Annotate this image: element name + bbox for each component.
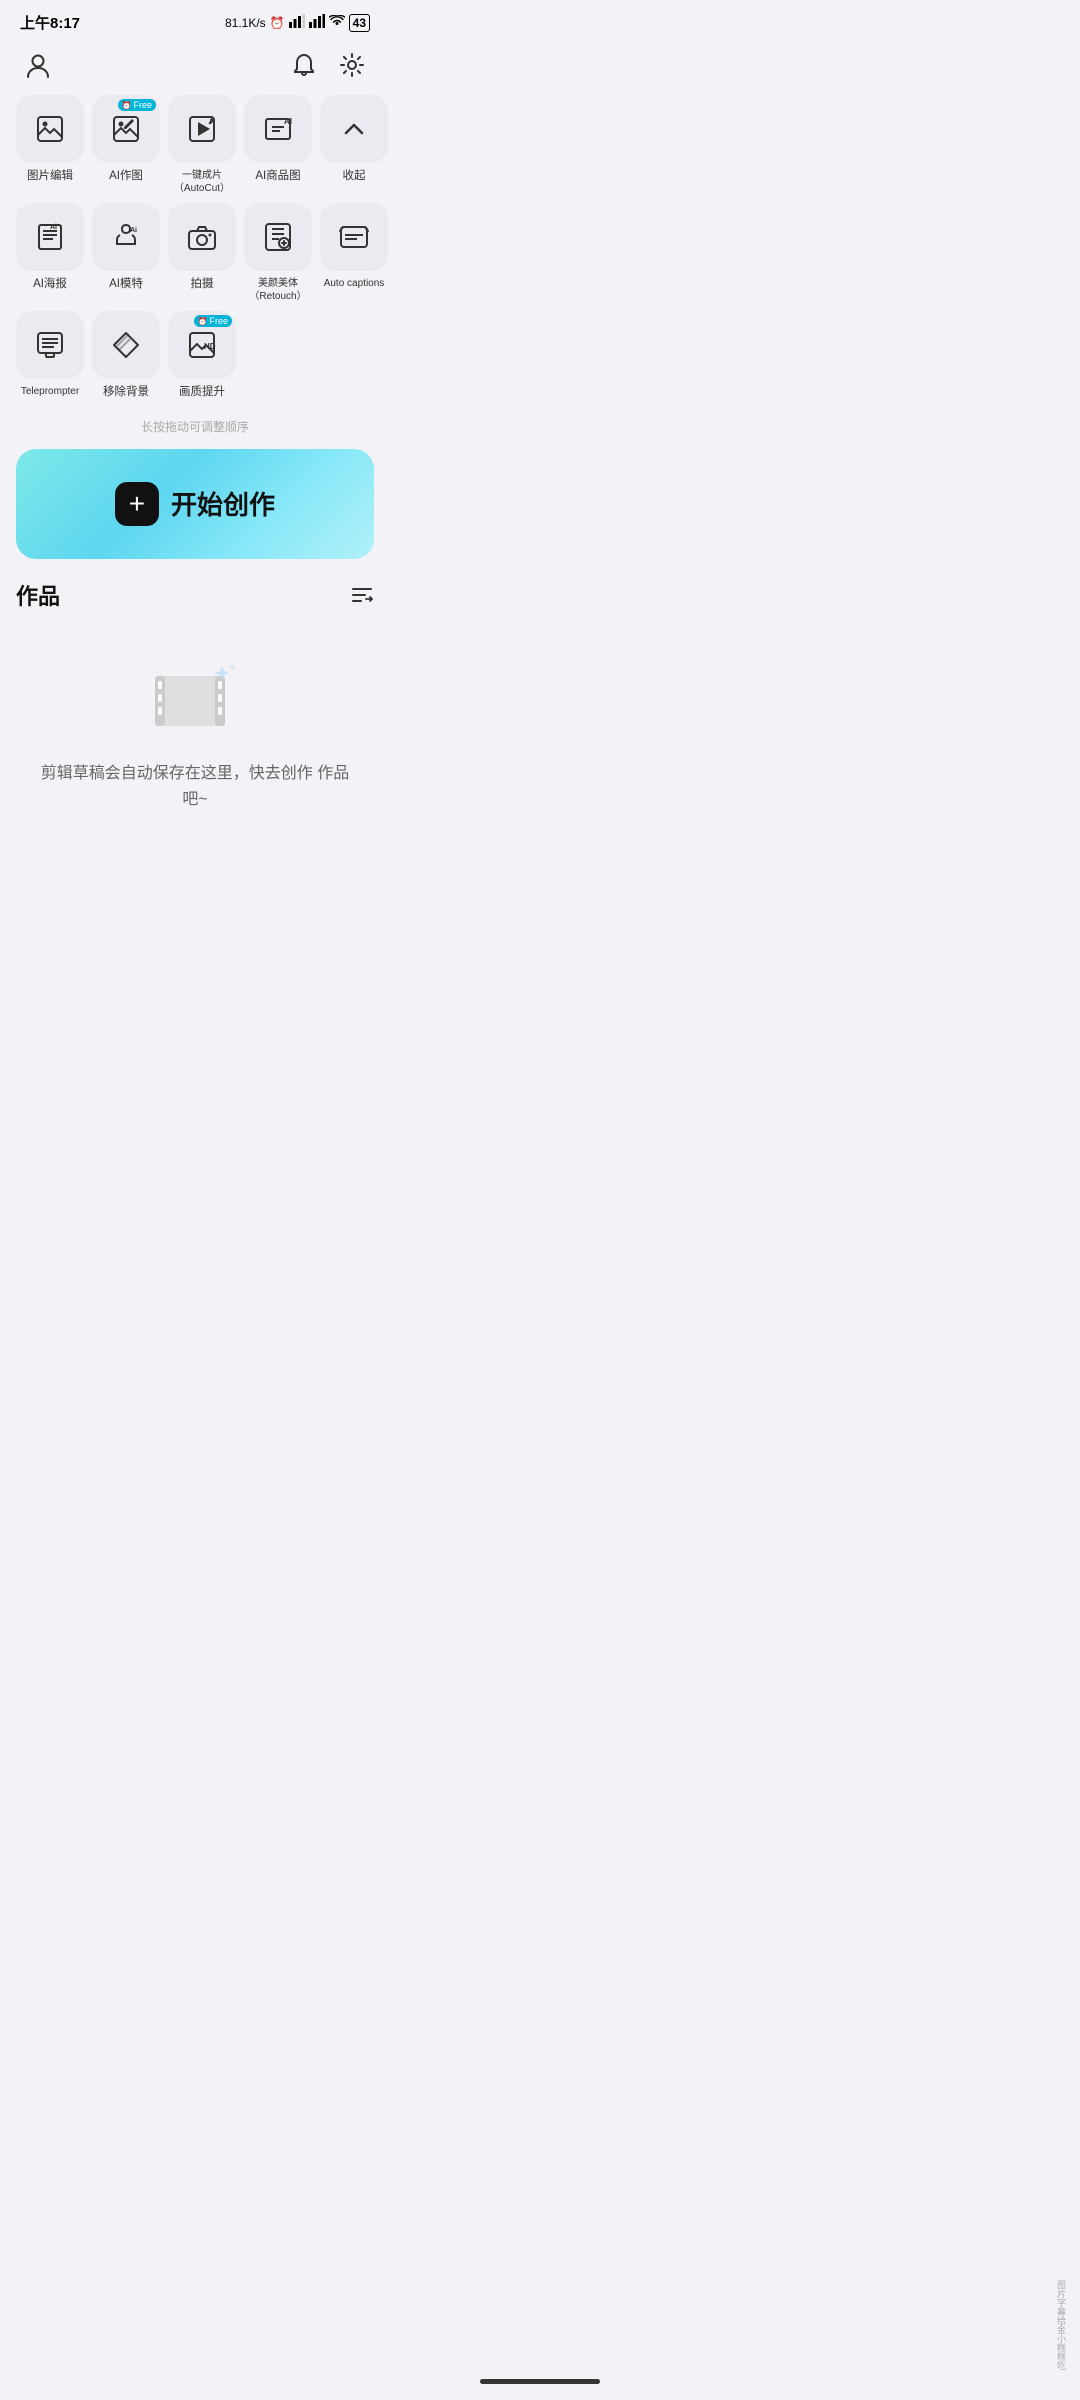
home-indicator bbox=[480, 2379, 600, 2384]
status-right: 81.1K/s ⏰ bbox=[225, 14, 370, 32]
status-bar: 上午8:17 81.1K/s ⏰ bbox=[0, 0, 390, 39]
tool-collapse[interactable]: 收起 bbox=[320, 95, 388, 195]
tool-label: AI商品图 bbox=[255, 169, 300, 184]
drag-hint: 长按拖动可调整顺序 bbox=[0, 408, 390, 449]
works-title: 作品 bbox=[16, 579, 60, 611]
tool-label: 图片编辑 bbox=[27, 169, 73, 184]
empty-state: 剪辑草稿会自动保存在这里，快去创作 作品吧~ bbox=[16, 631, 374, 832]
free-badge: Free bbox=[118, 99, 156, 111]
svg-text:Ai: Ai bbox=[130, 227, 137, 234]
works-header: 作品 bbox=[16, 579, 374, 611]
user-button[interactable] bbox=[20, 47, 56, 83]
start-create-button[interactable]: + 开始创作 bbox=[16, 449, 374, 559]
battery-icon: 43 bbox=[349, 14, 370, 32]
network-speed: 81.1K/s bbox=[225, 16, 266, 30]
bell-button[interactable] bbox=[286, 47, 322, 83]
tool-label: AI海报 bbox=[33, 277, 67, 292]
tool-label: AI模特 bbox=[109, 277, 143, 292]
tool-label: 一键成片（AutoCut） bbox=[174, 169, 230, 195]
tool-label: Auto captions bbox=[324, 277, 385, 290]
tools-row-3: Teleprompter 移除背景 Free HD 画质提升 bbox=[16, 311, 374, 400]
tool-image-edit[interactable]: 图片编辑 bbox=[16, 95, 84, 195]
tool-ai-model[interactable]: Ai AI模特 bbox=[92, 203, 160, 303]
watermark: 图片字幕给金小糕糕吃 bbox=[1055, 2280, 1068, 2370]
svg-text:AI: AI bbox=[284, 117, 292, 126]
tools-section: 图片编辑 Free AI作图 bbox=[0, 95, 390, 400]
status-time: 上午8:17 bbox=[20, 12, 80, 33]
svg-text:HD: HD bbox=[204, 342, 216, 351]
tool-label: Teleprompter bbox=[21, 385, 79, 398]
top-nav bbox=[0, 39, 390, 95]
tool-teleprompter[interactable]: Teleprompter bbox=[16, 311, 84, 400]
tool-autocut[interactable]: 一键成片（AutoCut） bbox=[168, 95, 236, 195]
empty-text: 剪辑草稿会自动保存在这里，快去创作 作品吧~ bbox=[36, 761, 354, 812]
tool-retouch[interactable]: 美颜美体（Retouch） bbox=[244, 203, 312, 303]
tool-hd-enhance[interactable]: Free HD 画质提升 bbox=[168, 311, 236, 400]
alarm-icon: ⏰ bbox=[270, 16, 285, 30]
wifi-icon bbox=[329, 15, 345, 30]
settings-button[interactable] bbox=[334, 47, 370, 83]
works-sort-button[interactable] bbox=[350, 585, 374, 605]
tool-captions[interactable]: Auto captions bbox=[320, 203, 388, 303]
works-section: 作品 剪辑草稿会自动保存在这里，快去创作 作品吧~ bbox=[0, 579, 390, 832]
signal-icon bbox=[289, 14, 305, 31]
tool-ai-draw[interactable]: Free AI作图 bbox=[92, 95, 160, 195]
tool-label: 画质提升 bbox=[179, 385, 225, 400]
start-section: + 开始创作 bbox=[0, 449, 390, 559]
tools-row-1: 图片编辑 Free AI作图 bbox=[16, 95, 374, 195]
tool-label: 收起 bbox=[343, 169, 366, 184]
tool-label: 拍摄 bbox=[191, 277, 214, 292]
start-text: 开始创作 bbox=[171, 485, 275, 522]
tool-label: 移除背景 bbox=[103, 385, 149, 400]
free-badge: Free bbox=[194, 315, 232, 327]
tool-ai-product[interactable]: AI AI商品图 bbox=[244, 95, 312, 195]
tool-ai-poster[interactable]: Ai AI海报 bbox=[16, 203, 84, 303]
signal2-icon bbox=[309, 14, 325, 31]
plus-icon: + bbox=[115, 482, 159, 526]
tools-row-2: Ai AI海报 Ai AI模特 bbox=[16, 203, 374, 303]
film-icon bbox=[150, 661, 240, 741]
nav-icons-right bbox=[286, 47, 370, 83]
tool-label: 美颜美体（Retouch） bbox=[249, 277, 306, 303]
tool-label: AI作图 bbox=[109, 169, 143, 184]
svg-text:Ai: Ai bbox=[50, 224, 57, 231]
tool-camera[interactable]: 拍摄 bbox=[168, 203, 236, 303]
tool-remove-bg[interactable]: 移除背景 bbox=[92, 311, 160, 400]
